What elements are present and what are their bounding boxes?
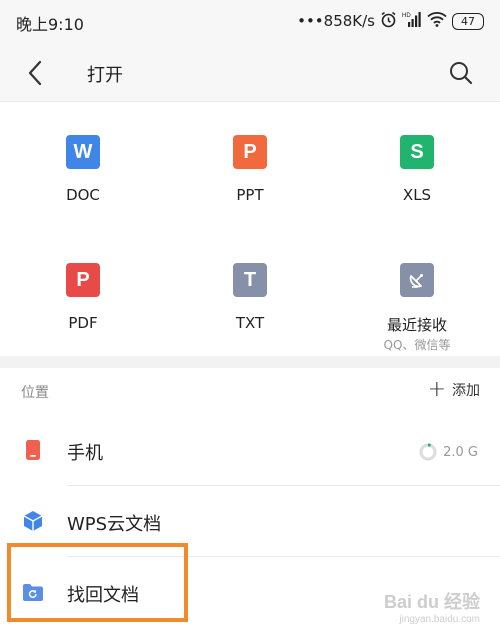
doc-icon-letter: W xyxy=(73,140,93,163)
storage-indicator: 2.0 G xyxy=(419,443,478,461)
add-location-label: 添加 xyxy=(452,383,480,399)
file-type-label: XLS xyxy=(402,186,432,204)
add-location-button[interactable]: + 添加 xyxy=(427,377,480,402)
search-button[interactable] xyxy=(446,58,476,88)
xls-icon-letter: S xyxy=(410,140,424,163)
status-bar: 晚上9:10 •••858K/s HD 47 xyxy=(0,0,500,44)
file-type-label: PPT xyxy=(236,186,264,204)
file-type-pdf[interactable]: P PDF xyxy=(0,229,166,355)
file-type-doc[interactable]: W DOC xyxy=(0,103,166,229)
watermark-text: Bai du 经验 xyxy=(383,592,480,612)
txt-icon: T xyxy=(233,263,267,297)
ppt-icon: P xyxy=(233,135,267,169)
battery-indicator: 47 xyxy=(452,12,484,30)
watermark-subtext: jingyan.baidu.com xyxy=(399,614,480,625)
file-type-label: TXT xyxy=(235,314,265,332)
svg-text:HD: HD xyxy=(402,13,411,19)
search-icon xyxy=(450,62,473,85)
network-speed: •••858K/s xyxy=(297,12,375,30)
file-type-label: PDF xyxy=(68,314,98,332)
satellite-dish-icon xyxy=(400,263,434,297)
signal-icon: HD xyxy=(402,11,422,31)
location-item-phone[interactable]: 手机 2.0 G xyxy=(0,415,500,486)
annotation-highlight-box xyxy=(7,543,188,622)
baidu-watermark: Bai du 经验 jingyan.baidu.com xyxy=(384,588,480,625)
location-label: WPS云文档 xyxy=(67,514,162,535)
file-type-grid: W DOC P PPT S XLS P PDF T TXT 最近接收 QQ、微信… xyxy=(0,103,500,355)
cloud-cube-icon xyxy=(22,510,44,532)
wifi-icon xyxy=(427,11,447,31)
file-type-sublabel: QQ、微信等 xyxy=(383,338,451,352)
phone-icon xyxy=(22,439,44,461)
ppt-icon-letter: P xyxy=(243,140,257,163)
file-type-recent[interactable]: 最近接收 QQ、微信等 xyxy=(334,229,500,355)
pdf-icon-letter: P xyxy=(76,268,90,291)
section-divider xyxy=(0,356,500,368)
plus-icon: + xyxy=(427,377,446,402)
status-indicators: •••858K/s HD 47 xyxy=(297,10,484,32)
file-type-label: DOC xyxy=(66,186,100,204)
doc-icon: W xyxy=(66,135,100,169)
xls-icon: S xyxy=(400,135,434,169)
location-label: 手机 xyxy=(67,443,103,464)
chevron-left-icon xyxy=(28,60,42,86)
storage-size: 2.0 G xyxy=(443,444,478,460)
alarm-icon xyxy=(380,11,397,32)
file-type-ppt[interactable]: P PPT xyxy=(167,103,333,229)
page-title: 打开 xyxy=(87,65,123,86)
storage-ring-icon xyxy=(419,443,437,461)
app-header: 打开 xyxy=(0,44,500,102)
file-type-label: 最近接收 xyxy=(386,316,447,334)
pdf-icon: P xyxy=(66,263,100,297)
back-button[interactable] xyxy=(20,58,50,88)
file-type-xls[interactable]: S XLS xyxy=(334,103,500,229)
file-type-txt[interactable]: T TXT xyxy=(167,229,333,355)
txt-icon-letter: T xyxy=(243,268,257,291)
status-time: 晚上9:10 xyxy=(16,15,84,34)
locations-section-title: 位置 xyxy=(21,385,49,401)
